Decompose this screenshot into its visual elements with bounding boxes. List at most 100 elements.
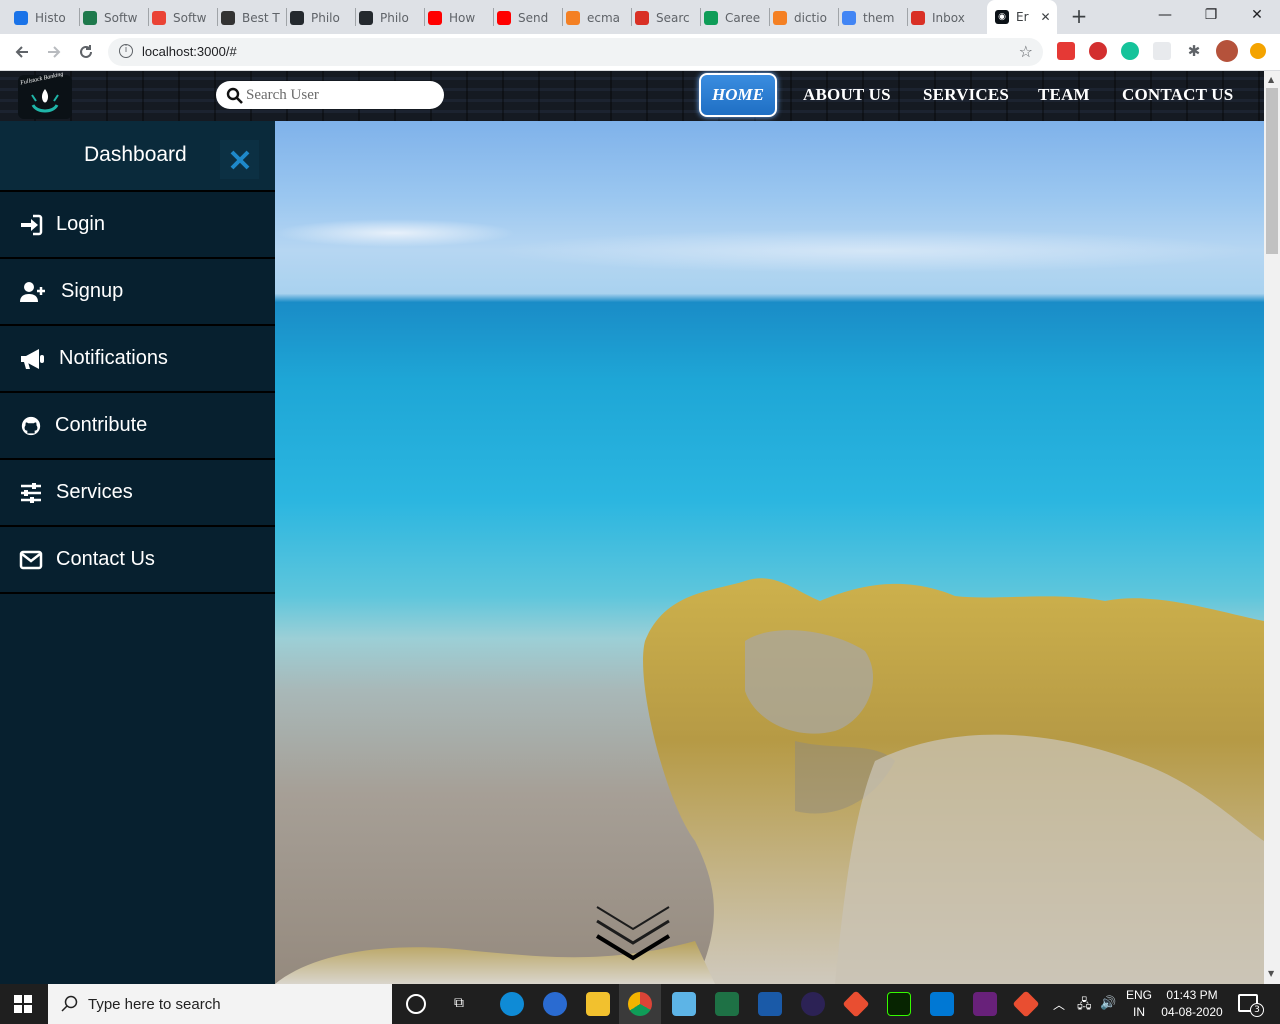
bookmark-star-icon[interactable]: ☆ — [1019, 42, 1033, 61]
browser-tab[interactable]: dictio — [773, 6, 834, 30]
volume-icon[interactable]: 🔊 — [1100, 995, 1116, 1011]
browser-tab[interactable]: them — [842, 6, 903, 30]
browser-tab[interactable]: Philo — [359, 6, 420, 30]
tab-favicon-icon — [773, 11, 787, 25]
task-view-icon[interactable]: ⧉ — [454, 995, 472, 1013]
notes-app-icon[interactable] — [672, 992, 696, 1016]
file-explorer-icon[interactable] — [586, 992, 610, 1016]
tab-separator — [217, 8, 218, 26]
action-center-icon[interactable]: 3 — [1238, 994, 1264, 1017]
dreamweaver-icon[interactable] — [887, 992, 911, 1016]
extension-grid-icon[interactable] — [1153, 42, 1171, 60]
extensions-puzzle-icon[interactable]: ✱ — [1185, 42, 1203, 60]
visual-studio-icon[interactable] — [973, 992, 997, 1016]
site-logo[interactable]: Fullstack Banking — [18, 72, 72, 119]
browser-tab[interactable]: Caree — [704, 6, 765, 30]
browser-tab[interactable]: Inbox — [911, 6, 972, 30]
browser-tab[interactable]: Softw — [152, 6, 213, 30]
dev-cpp-icon[interactable] — [758, 992, 782, 1016]
scrollbar-thumb[interactable] — [1266, 88, 1278, 254]
tab-separator — [148, 8, 149, 26]
restore-button[interactable]: ❐ — [1188, 0, 1234, 30]
forward-arrow-icon[interactable] — [44, 42, 64, 62]
back-arrow-icon[interactable] — [12, 42, 32, 62]
chrome-taskbar-active[interactable] — [619, 984, 661, 1024]
browser-tab[interactable]: Philo — [290, 6, 351, 30]
info-icon[interactable]: i — [119, 44, 133, 58]
region-code: IN — [1133, 1005, 1145, 1019]
tab-label: Softw — [104, 11, 138, 25]
edge-icon[interactable] — [500, 992, 524, 1016]
tab-favicon-icon — [911, 11, 925, 25]
tab-label: Softw — [173, 11, 207, 25]
eclipse-icon[interactable] — [801, 992, 825, 1016]
browser-tab[interactable]: Best T — [221, 6, 282, 30]
sidebar-item-contribute[interactable]: Contribute — [0, 393, 275, 460]
scroll-down-arrow-icon[interactable]: ▼ — [1268, 969, 1274, 978]
tab-label: Caree — [725, 11, 761, 25]
tab-favicon-icon — [221, 11, 235, 25]
browser-tab[interactable]: Histo — [14, 6, 75, 30]
cortana-icon[interactable] — [406, 994, 426, 1014]
input-language[interactable]: ENG IN — [1125, 988, 1153, 1019]
window-close-button[interactable]: ✕ — [1234, 0, 1280, 30]
sidebar-item-signup[interactable]: Signup — [0, 259, 275, 326]
grammarly-icon[interactable] — [1121, 42, 1139, 60]
nav-link-team[interactable]: TEAM — [1038, 85, 1090, 105]
search-icon — [61, 995, 78, 1012]
sidebar-item-label: Contact Us — [56, 548, 155, 570]
firefox-icon[interactable] — [543, 992, 567, 1016]
new-tab-button[interactable]: + — [1069, 6, 1089, 26]
git-icon[interactable] — [1012, 990, 1040, 1018]
active-tab[interactable]: ◉ Er ✕ — [987, 0, 1057, 34]
extension-red-icon[interactable] — [1057, 42, 1075, 60]
network-icon[interactable]: 🖧 — [1077, 995, 1092, 1017]
nav-link-contact-us[interactable]: CONTACT US — [1122, 85, 1233, 105]
browser-tab[interactable]: Send — [497, 6, 558, 30]
minimize-button[interactable]: — — [1142, 0, 1188, 30]
sidebar-item-contact-us[interactable]: Contact Us — [0, 527, 275, 594]
language-code: ENG — [1125, 988, 1152, 1002]
taskbar-search-box[interactable]: Type here to search — [48, 984, 392, 1024]
update-indicator-icon[interactable] — [1250, 43, 1266, 59]
browser-tab[interactable]: Searc — [635, 6, 696, 30]
address-bar[interactable]: i localhost:3000/# ☆ — [108, 38, 1043, 66]
tab-favicon-icon — [566, 11, 580, 25]
page-scrollbar[interactable]: ▲ ▼ — [1264, 71, 1280, 984]
vscode-icon[interactable] — [930, 992, 954, 1016]
profile-avatar[interactable] — [1216, 40, 1238, 62]
tab-separator — [493, 8, 494, 26]
browser-tab[interactable]: ecma — [566, 6, 627, 30]
nav-link-about-us[interactable]: ABOUT US — [803, 85, 891, 105]
windows-taskbar: Type here to search ⧉ ︿ 🖧 🔊 ENG IN 01:43… — [0, 984, 1280, 1024]
hero-background-image — [275, 121, 1264, 984]
sidebar-item-services[interactable]: Services — [0, 460, 275, 527]
tab-separator — [424, 8, 425, 26]
browser-tab[interactable]: Softw — [83, 6, 144, 30]
scroll-up-arrow-icon[interactable]: ▲ — [1268, 75, 1274, 84]
nav-link-services[interactable]: SERVICES — [923, 85, 1009, 105]
scroll-down-chevrons-icon[interactable] — [595, 903, 671, 969]
browser-tab[interactable]: How — [428, 6, 489, 30]
sidebar-item-notifications[interactable]: Notifications — [0, 326, 275, 393]
taskbar-search-placeholder: Type here to search — [88, 996, 221, 1013]
clock[interactable]: 01:43 PM 04-08-2020 — [1160, 988, 1224, 1019]
tab-separator — [355, 8, 356, 26]
tab-separator — [769, 8, 770, 26]
extension-record-icon[interactable] — [1089, 42, 1107, 60]
user-search[interactable] — [216, 81, 444, 109]
excel-icon[interactable] — [715, 992, 739, 1016]
sidebar-item-label: Notifications — [59, 347, 168, 369]
reload-icon[interactable] — [76, 42, 96, 62]
search-user-input[interactable] — [246, 84, 436, 106]
tab-label: Philo — [311, 11, 340, 25]
sidebar-close-button[interactable] — [220, 140, 259, 179]
tab-close-icon[interactable]: ✕ — [1041, 10, 1051, 24]
sidebar-item-login[interactable]: Login — [0, 192, 275, 259]
git-gui-icon[interactable] — [842, 990, 870, 1018]
dashboard-sidebar: Dashboard Login Signup Notifications Con… — [0, 121, 275, 984]
tray-expand-icon[interactable]: ︿ — [1053, 996, 1065, 1013]
tab-separator — [79, 8, 80, 26]
nav-link-home[interactable]: HOME — [699, 73, 777, 117]
windows-start-icon[interactable] — [14, 995, 32, 1017]
